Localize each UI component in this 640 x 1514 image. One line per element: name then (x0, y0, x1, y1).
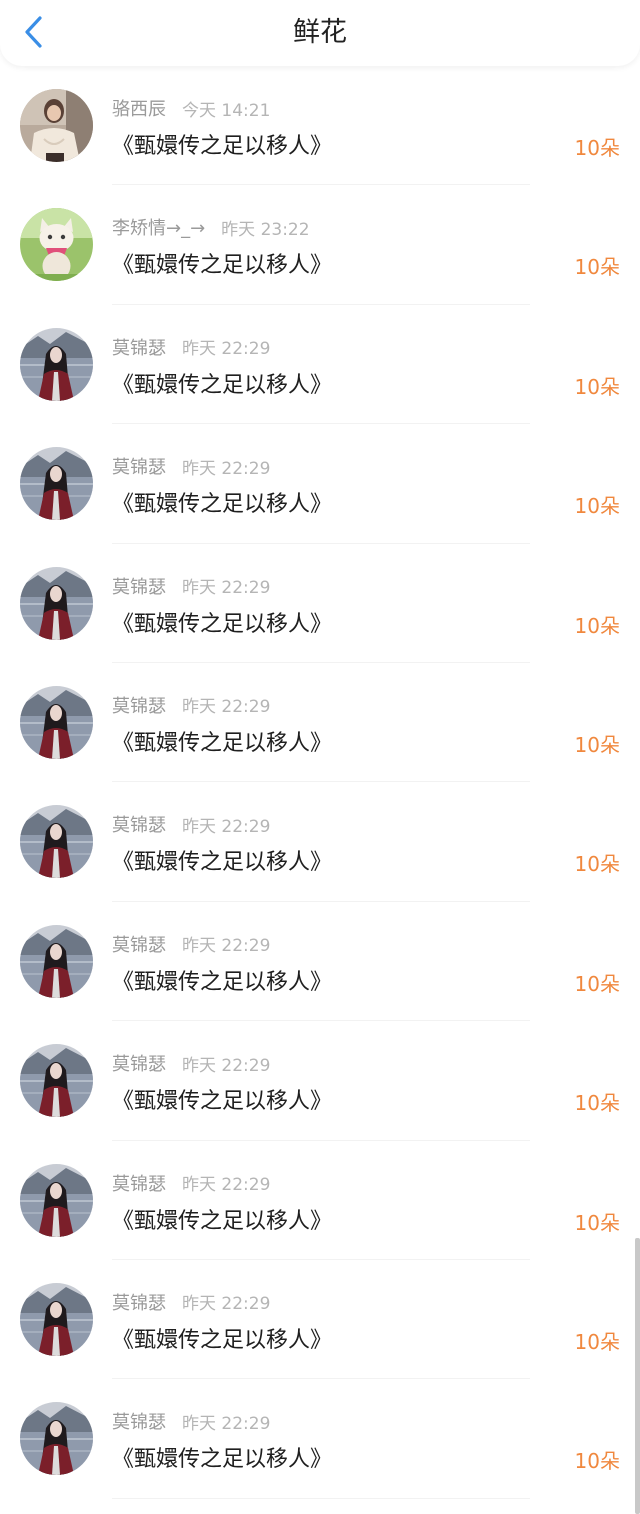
user-name[interactable]: 莫锦瑟 (112, 1408, 166, 1434)
user-name[interactable]: 骆西辰 (112, 95, 166, 121)
user-name[interactable]: 莫锦瑟 (112, 1289, 166, 1315)
user-name[interactable]: 莫锦瑟 (112, 334, 166, 360)
list-item[interactable]: 莫锦瑟 昨天 22:29 《甄嬛传之足以移人》 10朵 (0, 305, 640, 425)
avatar[interactable] (20, 805, 93, 879)
work-title: 《甄嬛传之足以移人》 (112, 1208, 333, 1234)
item-meta: 李矫情→_→ 昨天 23:22 (112, 213, 310, 241)
user-name[interactable]: 莫锦瑟 (112, 573, 166, 599)
timestamp: 昨天 22:29 (182, 578, 271, 599)
timestamp: 昨天 23:22 (221, 219, 310, 240)
avatar[interactable] (20, 1044, 93, 1118)
flower-count: 10朵 (574, 255, 620, 280)
list-item[interactable]: 莫锦瑟 昨天 22:29 《甄嬛传之足以移人》 10朵 (0, 1260, 640, 1380)
work-title: 《甄嬛传之足以移人》 (112, 1327, 333, 1353)
timestamp: 昨天 22:29 (182, 1294, 271, 1315)
work-title: 《甄嬛传之足以移人》 (112, 611, 333, 637)
flower-count: 10朵 (574, 1210, 620, 1235)
item-meta: 莫锦瑟 昨天 22:29 (112, 1169, 270, 1197)
user-name[interactable]: 莫锦瑟 (112, 931, 166, 957)
work-title: 《甄嬛传之足以移人》 (112, 253, 333, 279)
flower-count: 10朵 (574, 374, 620, 399)
item-meta: 莫锦瑟 昨天 22:29 (112, 1288, 270, 1316)
list-item[interactable]: 骆西辰 今天 14:21 《甄嬛传之足以移人》 10朵 (0, 66, 640, 186)
scrollbar[interactable] (635, 1238, 640, 1514)
avatar[interactable] (20, 89, 93, 162)
flower-count: 10朵 (574, 852, 620, 877)
flower-count: 10朵 (574, 732, 620, 757)
avatar[interactable] (20, 685, 93, 759)
work-title: 《甄嬛传之足以移人》 (112, 492, 333, 518)
work-title: 《甄嬛传之足以移人》 (112, 134, 333, 159)
flower-count: 10朵 (574, 136, 620, 160)
work-title: 《甄嬛传之足以移人》 (112, 372, 333, 398)
list-item[interactable]: 莫锦瑟 昨天 22:29 《甄嬛传之足以移人》 10朵 (0, 544, 640, 664)
avatar[interactable] (20, 1402, 93, 1476)
list-item[interactable]: 莫锦瑟 昨天 22:29 《甄嬛传之足以移人》 10朵 (0, 663, 640, 783)
flower-count: 10朵 (574, 971, 620, 996)
timestamp: 昨天 22:29 (182, 936, 271, 957)
list-item[interactable]: 莫锦瑟 昨天 22:29 《甄嬛传之足以移人》 10朵 (0, 1379, 640, 1500)
item-meta: 莫锦瑟 昨天 22:29 (112, 930, 270, 958)
user-name[interactable]: 莫锦瑟 (112, 811, 166, 837)
flower-count: 10朵 (574, 494, 620, 519)
timestamp: 昨天 22:29 (182, 816, 271, 837)
item-meta: 莫锦瑟 昨天 22:29 (112, 1407, 270, 1435)
timestamp: 昨天 22:29 (182, 1175, 271, 1196)
timestamp: 昨天 22:29 (182, 1413, 271, 1434)
avatar[interactable] (20, 566, 93, 640)
work-title: 《甄嬛传之足以移人》 (112, 1089, 333, 1115)
item-meta: 莫锦瑟 昨天 22:29 (112, 333, 270, 361)
item-meta: 莫锦瑟 昨天 22:29 (112, 691, 270, 719)
timestamp: 昨天 22:29 (182, 697, 271, 718)
item-meta: 骆西辰 今天 14:21 (112, 94, 270, 122)
avatar[interactable] (20, 1163, 93, 1237)
flower-count: 10朵 (574, 1449, 620, 1474)
item-meta: 莫锦瑟 昨天 22:29 (112, 1049, 270, 1077)
item-meta: 莫锦瑟 昨天 22:29 (112, 572, 270, 600)
work-title: 《甄嬛传之足以移人》 (112, 1447, 333, 1473)
list-item[interactable]: 李矫情→_→ 昨天 23:22 《甄嬛传之足以移人》 10朵 (0, 185, 640, 306)
list-item[interactable]: 莫锦瑟 昨天 22:29 《甄嬛传之足以移人》 10朵 (0, 782, 640, 903)
timestamp: 昨天 22:29 (182, 458, 271, 479)
work-title: 《甄嬛传之足以移人》 (112, 850, 333, 876)
flower-count: 10朵 (574, 1329, 620, 1354)
flower-count: 10朵 (574, 613, 620, 638)
user-name[interactable]: 莫锦瑟 (112, 692, 166, 718)
item-meta: 莫锦瑟 昨天 22:29 (112, 452, 270, 480)
avatar[interactable] (20, 208, 93, 282)
timestamp: 昨天 22:29 (182, 1055, 271, 1076)
timestamp: 昨天 22:29 (182, 339, 271, 360)
flower-count: 10朵 (574, 1091, 620, 1116)
list-item[interactable]: 莫锦瑟 昨天 22:29 《甄嬛传之足以移人》 10朵 (0, 424, 640, 544)
avatar[interactable] (20, 924, 93, 998)
top-bar: 鲜花 (0, 0, 640, 66)
list-item[interactable]: 莫锦瑟 昨天 22:29 《甄嬛传之足以移人》 10朵 (0, 1141, 640, 1261)
timestamp: 今天 14:21 (182, 100, 271, 121)
item-meta: 莫锦瑟 昨天 22:29 (112, 810, 270, 838)
work-title: 《甄嬛传之足以移人》 (112, 730, 333, 756)
avatar[interactable] (20, 1282, 93, 1356)
user-name[interactable]: 莫锦瑟 (112, 453, 166, 479)
avatar[interactable] (20, 447, 93, 521)
work-title: 《甄嬛传之足以移人》 (112, 969, 333, 995)
user-name[interactable]: 莫锦瑟 (112, 1050, 166, 1076)
page-title: 鲜花 (293, 17, 347, 48)
user-name[interactable]: 李矫情→_→ (112, 214, 205, 240)
user-name[interactable]: 莫锦瑟 (112, 1170, 166, 1196)
list-item[interactable]: 莫锦瑟 昨天 22:29 《甄嬛传之足以移人》 10朵 (0, 1021, 640, 1141)
flower-gift-list: 骆西辰 今天 14:21 《甄嬛传之足以移人》 10朵 李矫情→_→ 昨天 23:22 《甄… (0, 66, 640, 1500)
list-item[interactable]: 莫锦瑟 昨天 22:29 《甄嬛传之足以移人》 10朵 (0, 902, 640, 1022)
avatar[interactable] (20, 327, 93, 401)
